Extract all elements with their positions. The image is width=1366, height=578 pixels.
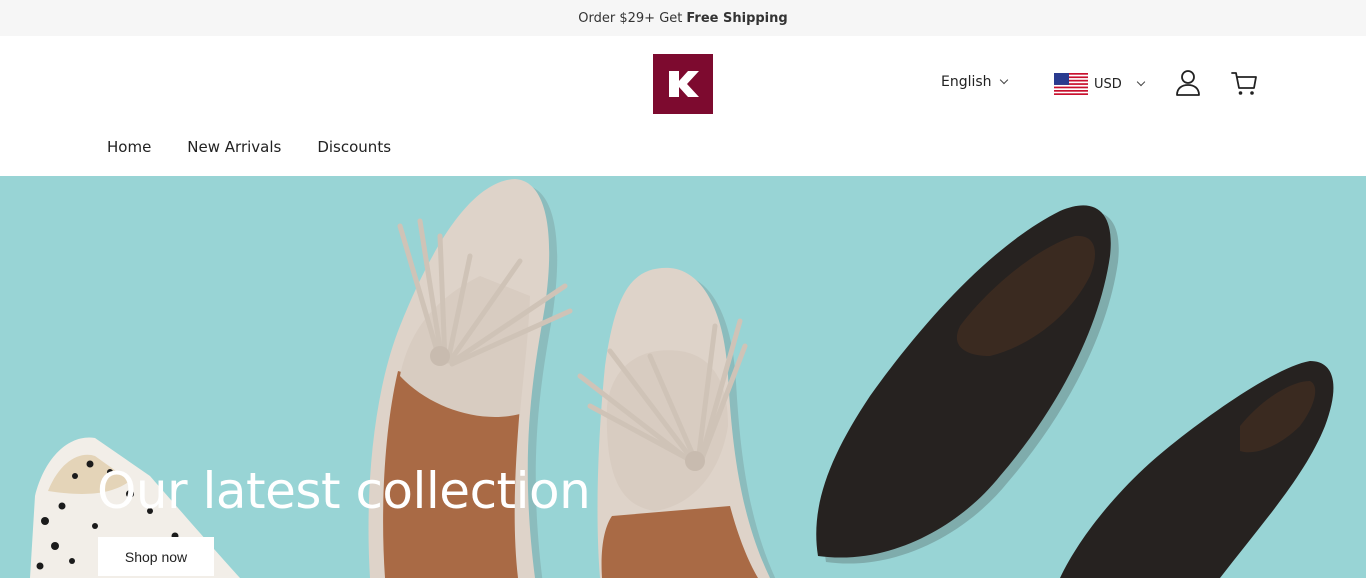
site-logo[interactable]: [653, 54, 713, 114]
currency-selector[interactable]: USD: [1054, 73, 1146, 95]
user-icon: [1176, 70, 1200, 96]
language-selector[interactable]: English: [941, 74, 1008, 90]
nav-item-discounts[interactable]: Discounts: [317, 138, 391, 156]
chevron-down-icon: [999, 75, 1008, 85]
us-flag-icon: [1054, 73, 1088, 95]
black-boots: [816, 205, 1334, 578]
k-logo-icon: [669, 71, 699, 97]
main-nav: Home New Arrivals Discounts: [107, 138, 391, 156]
account-button[interactable]: [1173, 68, 1203, 98]
language-label: English: [941, 74, 992, 90]
site-header: English USD Home New Arrivals Discounts: [0, 36, 1366, 176]
nav-item-new-arrivals[interactable]: New Arrivals: [187, 138, 281, 156]
announcement-text: Order $29+ Get: [578, 10, 683, 26]
chevron-down-icon: [1136, 77, 1146, 87]
loafer-right: [577, 267, 776, 578]
currency-label: USD: [1094, 76, 1122, 92]
cart-button[interactable]: [1229, 68, 1259, 98]
hero-banner: Our latest collection Shop now: [0, 176, 1366, 578]
nav-item-home[interactable]: Home: [107, 138, 151, 156]
shop-now-button[interactable]: Shop now: [98, 537, 214, 576]
cart-icon: [1231, 72, 1257, 95]
hero-title: Our latest collection: [97, 462, 591, 520]
announcement-highlight: Free Shipping: [686, 10, 788, 26]
announcement-bar: Order $29+ Get Free Shipping: [0, 0, 1366, 36]
